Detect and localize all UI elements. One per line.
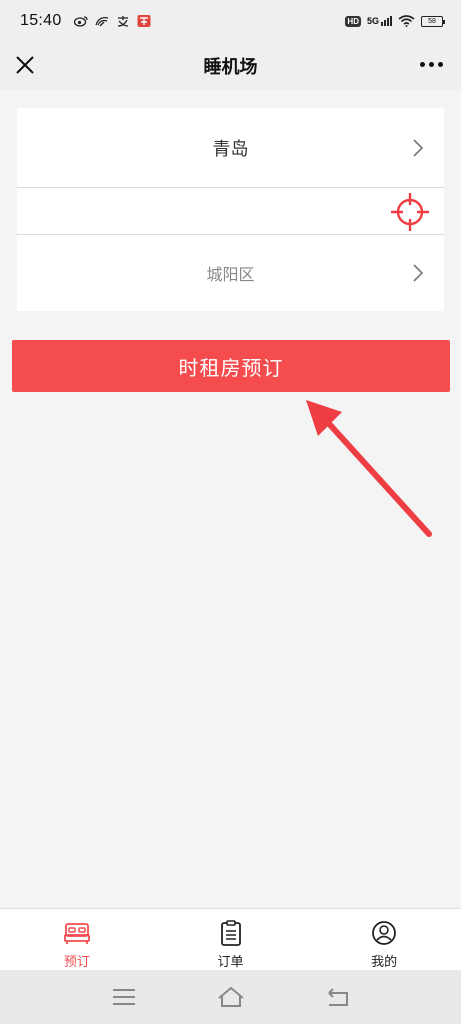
- battery-icon: 58: [421, 15, 445, 27]
- network-type: 5G: [366, 16, 379, 26]
- bed-icon: [63, 923, 90, 944]
- tab-booking[interactable]: 预订: [0, 909, 154, 970]
- tab-label: 订单: [217, 955, 244, 970]
- hd-badge: HD: [345, 15, 361, 27]
- tab-profile[interactable]: 我的: [307, 909, 461, 970]
- bottom-tab-bar: 预订 订单 我的: [0, 908, 461, 970]
- back-icon[interactable]: [323, 984, 353, 1010]
- city-value: 青岛: [212, 138, 249, 160]
- location-form: 青岛 城阳区: [17, 108, 444, 311]
- user-icon: [372, 921, 397, 945]
- status-time: 15:40: [20, 12, 62, 29]
- district-value: 城阳区: [206, 265, 255, 284]
- tab-orders[interactable]: 订单: [154, 909, 308, 970]
- page-title: 睡机场: [203, 57, 258, 78]
- battery-level: 58: [428, 17, 436, 25]
- signal-icon: 5G: [367, 16, 392, 26]
- menu-icon[interactable]: [109, 984, 139, 1010]
- system-nav-bar: [0, 970, 461, 1024]
- chevron-right-icon: [413, 138, 424, 157]
- nav-bar: 睡机场: [0, 42, 461, 90]
- locate-row: [17, 188, 444, 235]
- close-icon[interactable]: [12, 52, 38, 78]
- city-selector[interactable]: 青岛: [17, 108, 444, 188]
- home-icon[interactable]: [216, 984, 246, 1010]
- hourly-room-booking-button[interactable]: 时租房预订: [12, 340, 450, 392]
- chevron-right-icon: [413, 264, 424, 282]
- tab-label: 预订: [63, 955, 90, 970]
- district-selector[interactable]: 城阳区: [17, 235, 444, 311]
- status-notification-icons: [73, 15, 151, 27]
- locate-crosshair-icon[interactable]: [388, 190, 432, 234]
- wifi-icon: [398, 15, 415, 27]
- clipboard-icon: [220, 920, 241, 946]
- status-bar: 15:40 HD 5G 58: [0, 0, 461, 42]
- red-app-icon: [137, 15, 151, 27]
- weibo-icon: [73, 16, 88, 27]
- tab-label: 我的: [371, 955, 398, 970]
- annotation-arrow-icon: [306, 400, 432, 537]
- status-indicators: HD 5G 58: [345, 15, 445, 27]
- alipay-icon: [117, 16, 128, 27]
- app-notification-icon: [94, 17, 108, 27]
- more-options-icon[interactable]: [420, 62, 443, 67]
